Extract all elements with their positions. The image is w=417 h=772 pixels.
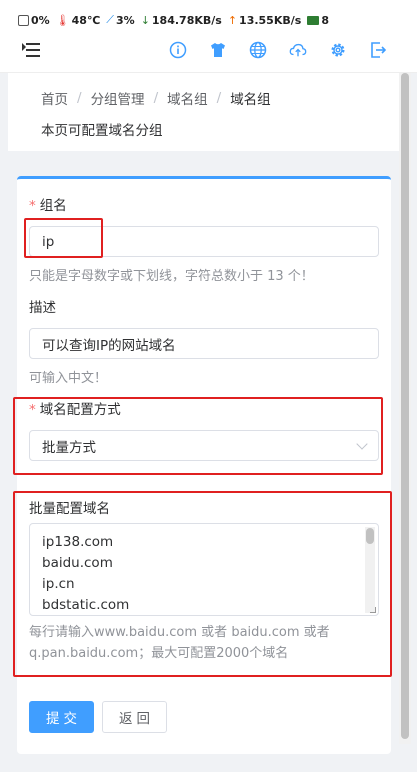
domain-line: ip.cn	[42, 576, 75, 592]
description-hint: 可输入中文！	[29, 371, 108, 386]
cpu-stat: 0%	[18, 14, 50, 27]
upload-stat: ↑ 13.55KB/s	[228, 14, 302, 27]
breadcrumb-current: 域名组	[230, 92, 271, 108]
temp-stat: 🌡 48℃	[56, 14, 101, 27]
required-mark: *	[29, 198, 36, 214]
description-input[interactable]: 可以查询IP的网站域名	[29, 328, 379, 359]
group-name-hint: 只能是字母数字或下划线，字符总数小于 13 个！	[29, 269, 314, 284]
thermometer-icon: 🌡	[55, 13, 70, 27]
menu-toggle-icon[interactable]	[22, 43, 40, 57]
domain-line: ip138.com	[42, 534, 114, 550]
breadcrumb-domain-group[interactable]: 域名组	[167, 88, 208, 108]
gear-icon[interactable]	[329, 41, 347, 59]
upload-arrow-icon: ↑	[227, 13, 238, 27]
info-icon[interactable]	[169, 41, 187, 59]
screen-value: 8	[321, 13, 329, 27]
shirt-icon[interactable]	[209, 41, 227, 59]
toolbar-icons	[169, 41, 387, 59]
breadcrumb-home[interactable]: 首页	[41, 88, 68, 108]
config-mode-value: 批量方式	[42, 439, 96, 456]
screen-icon	[307, 15, 320, 25]
resize-handle-icon[interactable]	[370, 607, 376, 613]
back-button[interactable]: 返回	[102, 701, 167, 733]
batch-domains-hint: 每行请输入www.baidu.com 或者 baidu.com 或者 q.pan…	[29, 625, 330, 661]
screen-stat: 8	[307, 14, 329, 27]
disk-value: 3%	[116, 13, 135, 27]
page-scrollbar[interactable]	[399, 73, 411, 744]
domain-line: baidu.com	[42, 555, 113, 571]
batch-domains-label: 批量配置域名	[29, 501, 110, 517]
description-label: 描述	[29, 300, 56, 316]
cpu-icon	[18, 14, 29, 26]
download-stat: ↓ 184.78KB/s	[141, 14, 222, 27]
breadcrumb-separator: /	[153, 90, 159, 106]
disk-stat: ⟋ 3%	[106, 13, 134, 27]
group-name-label: * 组名	[29, 198, 67, 214]
domain-line: bdstatic.com	[42, 597, 130, 613]
logout-icon[interactable]	[369, 41, 387, 59]
download-arrow-icon: ↓	[140, 13, 150, 27]
disk-icon: ⟋	[106, 13, 114, 26]
globe-icon[interactable]	[249, 41, 267, 59]
download-value: 184.78KB/s	[151, 13, 222, 27]
temp-value: 48℃	[71, 13, 101, 27]
config-mode-label: * 域名配置方式	[29, 402, 121, 418]
breadcrumb-group-management[interactable]: 分组管理	[91, 88, 145, 108]
page-header: 首页 / 分组管理 / 域名组 / 域名组 本页可配置域名分组	[8, 73, 410, 151]
breadcrumb-separator: /	[216, 90, 222, 106]
group-name-input[interactable]: ip	[29, 226, 379, 257]
batch-domains-textarea[interactable]: ip138.com baidu.com ip.cn bdstatic.com	[29, 523, 379, 616]
cloud-upload-icon[interactable]	[289, 41, 307, 59]
cpu-value: 0%	[31, 13, 50, 27]
breadcrumb-separator: /	[77, 90, 82, 106]
required-mark: *	[29, 402, 36, 418]
textarea-scrollbar-thumb[interactable]	[366, 528, 374, 544]
config-mode-select[interactable]: 批量方式	[29, 430, 379, 461]
chevron-down-icon	[356, 438, 368, 450]
submit-button[interactable]: 提交	[29, 701, 94, 733]
breadcrumb: 首页 / 分组管理 / 域名组 / 域名组	[41, 88, 410, 108]
top-toolbar	[0, 28, 417, 73]
domain-group-form: * 组名 ip 只能是字母数字或下划线，字符总数小于 13 个！ 描述 可以查询I…	[17, 176, 391, 754]
page-scrollbar-thumb[interactable]	[401, 73, 409, 739]
page-description: 本页可配置域名分组	[41, 123, 163, 139]
upload-value: 13.55KB/s	[239, 13, 302, 27]
